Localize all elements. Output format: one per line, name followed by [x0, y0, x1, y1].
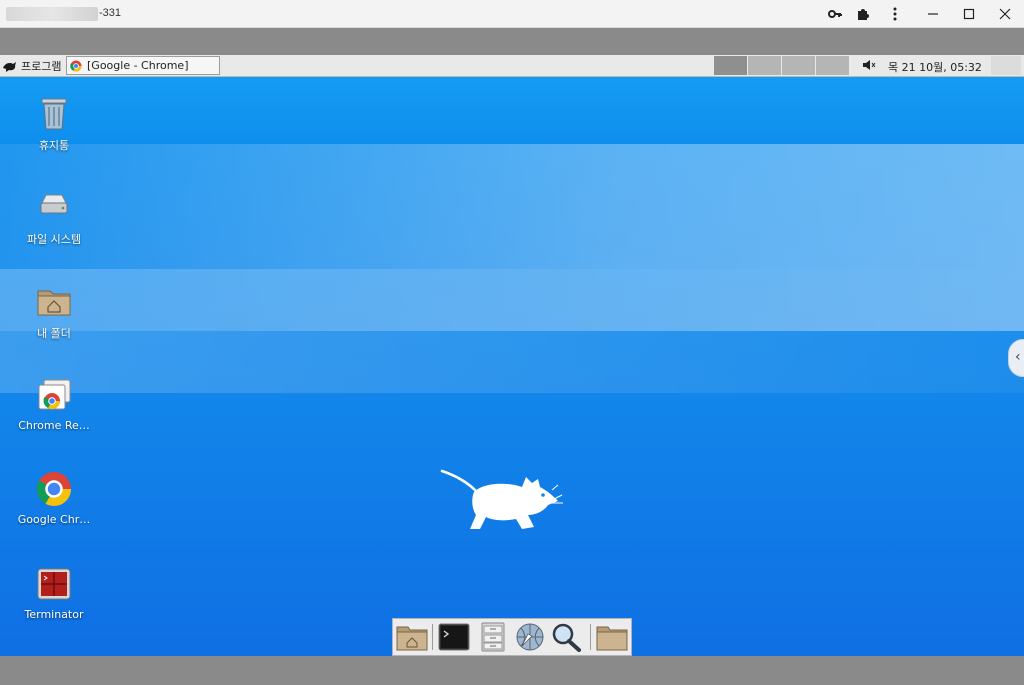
browser-title-bar: -331	[0, 0, 1024, 28]
desktop: 휴지통 파일 시스템 내 폴더 Chrome Re… Google Chr… T…	[0, 77, 1024, 656]
workspace-2[interactable]	[748, 56, 781, 75]
title-redacted	[6, 7, 98, 21]
dock-search[interactable]	[550, 622, 582, 652]
wallpaper-band	[0, 144, 1024, 269]
dock-folder[interactable]	[596, 622, 628, 652]
folder-icon	[596, 626, 628, 651]
remote-desktop-border-bottom	[0, 656, 1024, 685]
desktop-icon-label: Chrome Re…	[18, 419, 90, 432]
desktop-icon-trash[interactable]: 휴지통	[4, 95, 104, 153]
top-panel: 프로그램 ⋮ [Google - Chrome] 목 21 10월, 05:32	[0, 55, 1024, 77]
dock-terminal[interactable]	[438, 622, 470, 652]
chrome-icon	[37, 472, 71, 506]
desktop-icon-label: 내 폴더	[37, 327, 71, 340]
panel-clock[interactable]: 목 21 10월, 05:32	[888, 59, 982, 75]
dock-separator	[432, 624, 433, 650]
web-browser-icon	[516, 623, 544, 651]
chrome-small-icon	[70, 60, 82, 72]
terminal-icon	[438, 623, 470, 651]
applications-menu-label: 프로그램	[21, 60, 62, 73]
desktop-icon-label: 휴지통	[38, 139, 70, 152]
key-icon[interactable]	[825, 4, 845, 24]
desktop-icon-label: Google Chr…	[17, 513, 91, 526]
home-folder-icon	[396, 626, 428, 651]
chrome-remote-icon	[38, 379, 71, 410]
xfce-mouse-logo	[440, 469, 563, 529]
desktop-icon-filesystem[interactable]: 파일 시스템	[4, 189, 104, 247]
search-icon	[552, 623, 581, 652]
chevron-left-icon: ‹	[1015, 349, 1021, 365]
workspace-4[interactable]	[816, 56, 849, 75]
desktop-icon-chrome-remote[interactable]: Chrome Re…	[4, 377, 104, 432]
wallpaper-band	[0, 331, 1024, 393]
more-icon[interactable]	[885, 4, 905, 24]
extensions-icon[interactable]	[853, 4, 873, 24]
tray-redacted	[991, 56, 1021, 75]
workspace-1[interactable]	[714, 56, 747, 75]
desktop-icon-home[interactable]: 내 폴더	[4, 283, 104, 341]
taskbar-button-label: [Google - Chrome]	[87, 59, 189, 72]
desktop-icon-terminator[interactable]: Terminator	[4, 566, 104, 621]
dock-home-folder[interactable]	[396, 622, 428, 652]
side-panel-toggle[interactable]: ‹	[1008, 339, 1024, 377]
dock-file-manager[interactable]	[477, 622, 509, 652]
dock-web-browser[interactable]	[514, 622, 546, 652]
minimize-icon[interactable]	[923, 4, 943, 24]
home-folder-icon	[37, 290, 71, 316]
close-icon[interactable]	[995, 4, 1015, 24]
desktop-icon-label: Terminator	[24, 608, 84, 621]
taskbar-button-chrome[interactable]: [Google - Chrome]	[66, 56, 220, 75]
volume-icon[interactable]	[862, 59, 876, 74]
workspace-3[interactable]	[782, 56, 815, 75]
terminator-icon	[37, 568, 71, 600]
trash-icon	[41, 98, 67, 130]
maximize-icon[interactable]	[959, 4, 979, 24]
desktop-icon-label: 파일 시스템	[26, 233, 82, 246]
bottom-dock	[392, 618, 632, 656]
file-manager-icon	[481, 622, 505, 652]
window-title: -331	[99, 7, 122, 19]
applications-menu-button[interactable]: 프로그램 ⋮	[2, 58, 73, 74]
desktop-icon-chrome[interactable]: Google Chr…	[4, 471, 104, 526]
remote-desktop-border-top	[0, 28, 1024, 55]
wallpaper-band	[0, 269, 1024, 331]
drive-icon	[40, 194, 68, 214]
dock-separator	[590, 624, 591, 650]
xfce-mouse-icon	[3, 62, 16, 72]
